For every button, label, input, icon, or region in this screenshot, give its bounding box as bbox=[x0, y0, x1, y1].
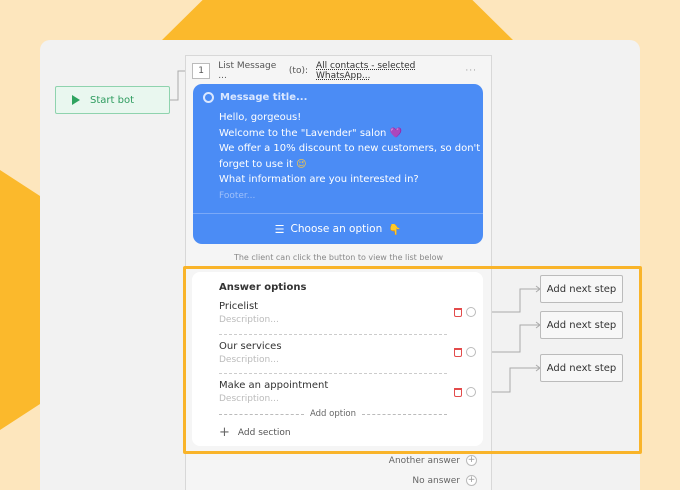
add-section-label: Add section bbox=[237, 427, 291, 438]
no-answer-row[interactable]: No answer + bbox=[412, 475, 477, 486]
option-label[interactable]: Pricelist bbox=[219, 301, 447, 312]
dashed-line bbox=[362, 413, 448, 415]
another-answer-row[interactable]: Another answer + bbox=[389, 455, 477, 466]
message-body[interactable]: Hello, gorgeous! Welcome to the "Lavende… bbox=[219, 110, 481, 188]
add-next-step-button[interactable]: Add next step bbox=[540, 275, 623, 303]
wink-emoji-icon: 😉 bbox=[296, 158, 307, 170]
add-section-button[interactable]: + Add section bbox=[219, 426, 291, 439]
option-item[interactable]: Make an appointment Description... bbox=[219, 380, 447, 404]
plus-circle-icon[interactable]: + bbox=[466, 475, 477, 486]
settings-icon[interactable] bbox=[203, 92, 214, 103]
message-line: Welcome to the "Lavender" salon bbox=[219, 127, 387, 139]
answer-options-title: Answer options bbox=[219, 282, 307, 293]
heart-emoji-icon: 💜 bbox=[389, 127, 403, 139]
more-options-icon[interactable]: ··· bbox=[465, 66, 477, 76]
choose-option-label: Choose an option bbox=[290, 223, 383, 235]
node-header: 1 List Message ... (to): All contacts - … bbox=[192, 61, 477, 81]
start-bot-label: Start bot bbox=[90, 94, 134, 106]
message-footer-placeholder[interactable]: Footer... bbox=[219, 191, 255, 201]
message-title-placeholder: Message title... bbox=[220, 92, 308, 103]
list-hint-text: The client can click the button to view … bbox=[233, 253, 444, 262]
no-answer-label: No answer bbox=[412, 475, 460, 486]
wire-start-to-message bbox=[170, 70, 186, 101]
connection-port[interactable] bbox=[466, 347, 476, 357]
add-option-button[interactable]: Add option bbox=[219, 409, 448, 419]
recipient-selector[interactable]: All contacts - selected WhatsApp... bbox=[316, 61, 457, 81]
option-item[interactable]: Our services Description... bbox=[219, 341, 447, 365]
choose-option-button[interactable]: ☰ Choose an option 👇 bbox=[193, 214, 483, 244]
answer-options-card: Answer options Pricelist Description... … bbox=[192, 272, 483, 446]
message-line: What information are you interested in? bbox=[219, 174, 419, 185]
list-icon: ☰ bbox=[274, 222, 285, 236]
message-line: forget to use it bbox=[219, 158, 293, 170]
option-label[interactable]: Our services bbox=[219, 341, 447, 352]
add-next-step-button[interactable]: Add next step bbox=[540, 311, 623, 339]
option-description[interactable]: Description... bbox=[219, 394, 447, 404]
add-next-step-button[interactable]: Add next step bbox=[540, 354, 623, 382]
start-bot-node[interactable]: Start bot bbox=[55, 86, 170, 114]
option-divider bbox=[219, 373, 447, 374]
option-divider bbox=[219, 334, 447, 335]
connection-port[interactable] bbox=[466, 387, 476, 397]
delete-icon[interactable] bbox=[454, 348, 462, 357]
option-item[interactable]: Pricelist Description... bbox=[219, 301, 447, 325]
dashed-line bbox=[219, 413, 304, 415]
delete-icon[interactable] bbox=[454, 388, 462, 397]
play-icon bbox=[72, 95, 80, 105]
plus-icon: + bbox=[219, 425, 230, 440]
message-line-with-emoji: Welcome to the "Lavender" salon 💜 bbox=[219, 126, 477, 142]
message-title[interactable]: Message title... bbox=[203, 92, 307, 103]
node-type-label: List Message ... bbox=[218, 61, 277, 81]
step-number: 1 bbox=[192, 63, 211, 79]
option-label[interactable]: Make an appointment bbox=[219, 380, 447, 391]
to-label: (to): bbox=[288, 66, 309, 76]
point-down-emoji-icon: 👇 bbox=[388, 223, 402, 236]
message-bubble[interactable]: Message title... Hello, gorgeous! Welcom… bbox=[193, 84, 483, 244]
connection-port[interactable] bbox=[466, 307, 476, 317]
message-line-with-emoji: forget to use it 😉 bbox=[219, 157, 477, 173]
message-line: Hello, gorgeous! bbox=[219, 112, 302, 123]
another-answer-label: Another answer bbox=[388, 455, 460, 466]
add-option-label: Add option bbox=[309, 409, 357, 419]
option-description[interactable]: Description... bbox=[219, 315, 447, 325]
delete-icon[interactable] bbox=[454, 308, 462, 317]
message-line: We offer a 10% discount to new customers… bbox=[219, 143, 481, 154]
plus-circle-icon[interactable]: + bbox=[466, 455, 477, 466]
option-description[interactable]: Description... bbox=[219, 355, 447, 365]
